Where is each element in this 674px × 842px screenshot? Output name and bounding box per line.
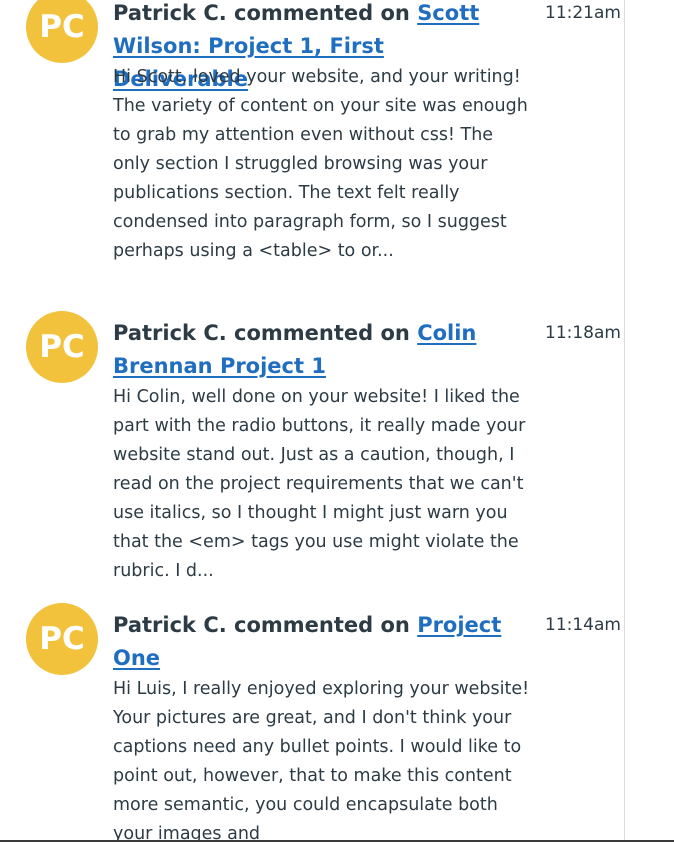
- avatar[interactable]: PC: [26, 603, 98, 675]
- comment-verb: commented on: [234, 1, 410, 25]
- avatar[interactable]: PC: [26, 0, 98, 63]
- avatar[interactable]: PC: [26, 311, 98, 383]
- comment-preview: Hi Scott, loved your website, and your w…: [113, 67, 528, 261]
- timestamp: 11:21am: [545, 3, 621, 23]
- comment-heading: Patrick C. commented on Project One: [113, 609, 523, 675]
- activity-stream: PC Patrick C. commented on Scott Wilson:…: [0, 0, 674, 842]
- comment-heading: Patrick C. commented on Colin Brennan Pr…: [113, 317, 523, 383]
- author-name: Patrick C.: [113, 1, 227, 25]
- comment-preview: Hi Colin, well done on your website! I l…: [113, 387, 526, 581]
- author-name: Patrick C.: [113, 321, 227, 345]
- comment-verb: commented on: [234, 613, 410, 637]
- author-name: Patrick C.: [113, 613, 227, 637]
- comment-verb: commented on: [234, 321, 410, 345]
- timestamp: 11:14am: [545, 615, 621, 635]
- panel-divider: [624, 0, 625, 842]
- comment-preview: Hi Luis, I really enjoyed exploring your…: [113, 679, 530, 842]
- timestamp: 11:18am: [545, 323, 621, 343]
